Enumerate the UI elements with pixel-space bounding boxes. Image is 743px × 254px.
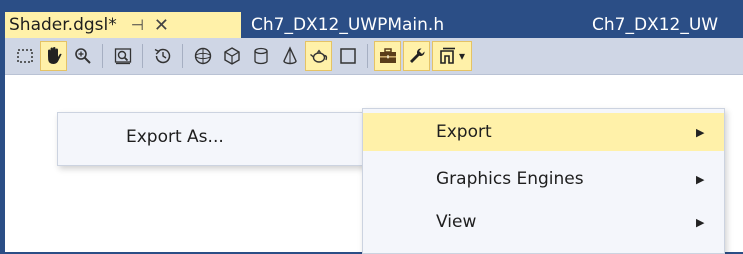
- toolbar-separator: [367, 44, 368, 68]
- plane-preview-icon: [339, 48, 356, 64]
- pin-icon[interactable]: ⊣: [131, 16, 144, 34]
- frame-zoom-icon: [114, 48, 131, 65]
- cube-preview-button[interactable]: [218, 41, 245, 71]
- plane-preview-button[interactable]: [334, 41, 361, 71]
- cone-preview-icon: [282, 46, 297, 65]
- sphere-preview-icon: [194, 47, 211, 65]
- toolbar-separator: [182, 44, 183, 68]
- zoom-icon: [74, 48, 91, 64]
- menu-item-label: Export: [436, 122, 492, 142]
- close-icon[interactable]: ✕: [154, 15, 169, 36]
- cylinder-preview-button[interactable]: [247, 41, 274, 71]
- menu-item-export-as[interactable]: Export As...: [126, 127, 224, 147]
- zoom-to-fit-button[interactable]: [109, 41, 136, 71]
- menu-item-graphics-engines[interactable]: Graphics Engines ▶: [363, 160, 724, 198]
- teapot-preview-icon: [309, 49, 327, 63]
- sphere-preview-button[interactable]: [189, 41, 216, 71]
- tab-ch7-dx12-uwpmain-h[interactable]: Ch7_DX12_UWPMain.h: [251, 12, 444, 38]
- menu-item-view[interactable]: View ▶: [363, 203, 724, 241]
- submenu-arrow-icon: ▶: [696, 125, 705, 139]
- export-submenu: Export As...: [57, 112, 365, 166]
- zoom-button[interactable]: [69, 41, 96, 71]
- advanced-context-menu: Export ▶ Graphics Engines ▶ View ▶: [362, 108, 725, 254]
- toolbar-separator: [102, 44, 103, 68]
- submenu-arrow-icon: ▶: [696, 172, 705, 186]
- history-icon: [154, 48, 170, 64]
- tab-label: Ch7_DX12_UW: [592, 15, 719, 35]
- tab-label: Shader.dgsl*: [9, 15, 117, 35]
- submenu-arrow-icon: ▶: [696, 215, 705, 229]
- teapot-preview-button[interactable]: [305, 41, 332, 71]
- toolbox-button[interactable]: [374, 41, 401, 71]
- tab-label: Ch7_DX12_UWPMain.h: [251, 15, 445, 35]
- marquee-select-icon: [16, 49, 33, 63]
- shader-designer-toolbar: ▾: [5, 38, 743, 75]
- toolbox-icon: [379, 48, 396, 63]
- properties-button[interactable]: [403, 41, 430, 71]
- advanced-menu-button[interactable]: ▾: [432, 41, 472, 71]
- cube-preview-icon: [223, 47, 240, 65]
- pan-hand-icon: [47, 47, 62, 64]
- pan-button[interactable]: [40, 41, 67, 71]
- export-menu-icon: [440, 47, 455, 64]
- menu-item-export[interactable]: Export ▶: [363, 113, 724, 151]
- toolbar-separator: [142, 44, 143, 68]
- tab-ch7-dx12-uw[interactable]: Ch7_DX12_UW: [592, 12, 718, 38]
- tab-shader-dgsl[interactable]: Shader.dgsl* ⊣ ✕: [5, 12, 241, 38]
- reset-view-button[interactable]: [149, 41, 176, 71]
- document-tab-strip: Shader.dgsl* ⊣ ✕ Ch7_DX12_UWPMain.h Ch7_…: [0, 0, 743, 38]
- cone-preview-button[interactable]: [276, 41, 303, 71]
- cylinder-preview-icon: [253, 47, 268, 65]
- chevron-down-icon: ▾: [458, 49, 466, 63]
- menu-item-label: Graphics Engines: [436, 169, 584, 189]
- wrench-icon: [409, 48, 425, 63]
- select-button[interactable]: [11, 41, 38, 71]
- menu-item-label: View: [436, 212, 477, 232]
